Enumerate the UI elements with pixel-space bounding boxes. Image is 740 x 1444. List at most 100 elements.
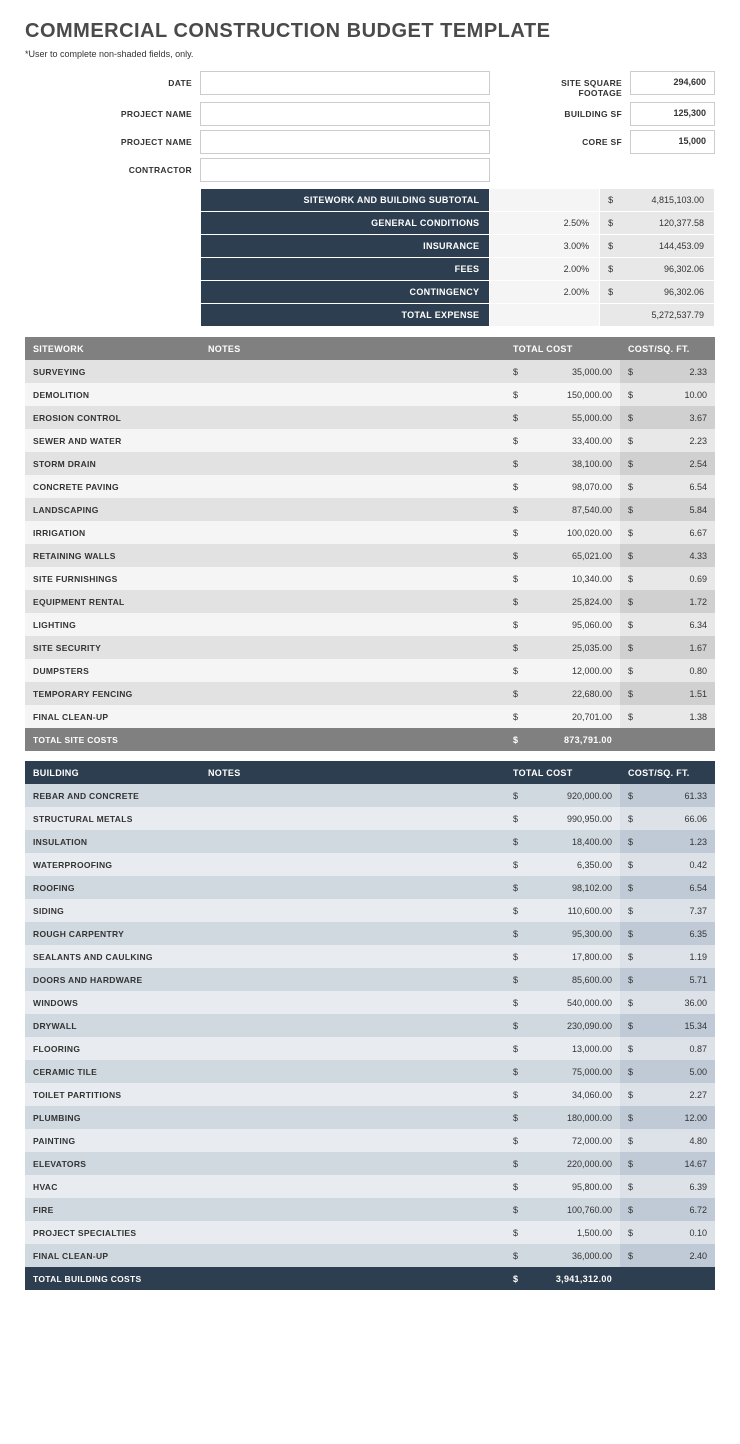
row-sqft: $7.37 (620, 899, 715, 922)
row-cost[interactable]: $25,824.00 (505, 590, 620, 613)
row-notes[interactable] (200, 899, 505, 922)
row-notes[interactable] (200, 1244, 505, 1267)
summary-pct[interactable]: 2.50% (490, 212, 600, 235)
row-notes[interactable] (200, 567, 505, 590)
row-cost[interactable]: $18,400.00 (505, 830, 620, 853)
row-sqft: $12.00 (620, 1106, 715, 1129)
row-cost[interactable]: $98,102.00 (505, 876, 620, 899)
row-notes[interactable] (200, 498, 505, 521)
row-cost[interactable]: $20,701.00 (505, 705, 620, 728)
row-notes[interactable] (200, 1037, 505, 1060)
row-cost[interactable]: $95,800.00 (505, 1175, 620, 1198)
row-cost[interactable]: $12,000.00 (505, 659, 620, 682)
row-cost[interactable]: $150,000.00 (505, 383, 620, 406)
row-notes[interactable] (200, 475, 505, 498)
coresf-input[interactable]: 15,000 (630, 130, 715, 154)
row-notes[interactable] (200, 360, 505, 383)
row-notes[interactable] (200, 1106, 505, 1129)
row-cost[interactable]: $10,340.00 (505, 567, 620, 590)
row-notes[interactable] (200, 383, 505, 406)
row-cost[interactable]: $87,540.00 (505, 498, 620, 521)
row-notes[interactable] (200, 945, 505, 968)
row-notes[interactable] (200, 1060, 505, 1083)
row-cost[interactable]: $34,060.00 (505, 1083, 620, 1106)
row-cost[interactable]: $55,000.00 (505, 406, 620, 429)
row-cost[interactable]: $98,070.00 (505, 475, 620, 498)
row-notes[interactable] (200, 830, 505, 853)
row-cost[interactable]: $220,000.00 (505, 1152, 620, 1175)
row-notes[interactable] (200, 521, 505, 544)
bldgsf-input[interactable]: 125,300 (630, 102, 715, 126)
row-cost[interactable]: $540,000.00 (505, 991, 620, 1014)
row-cost[interactable]: $920,000.00 (505, 784, 620, 807)
row-notes[interactable] (200, 636, 505, 659)
row-cost[interactable]: $13,000.00 (505, 1037, 620, 1060)
row-cost[interactable]: $72,000.00 (505, 1129, 620, 1152)
proj1-input[interactable] (200, 102, 490, 126)
row-notes[interactable] (200, 784, 505, 807)
row-notes[interactable] (200, 659, 505, 682)
row-cost[interactable]: $95,060.00 (505, 613, 620, 636)
row-notes[interactable] (200, 1221, 505, 1244)
row-notes[interactable] (200, 406, 505, 429)
row-notes[interactable] (200, 853, 505, 876)
sitework-header-name: SITEWORK (25, 337, 200, 360)
row-notes[interactable] (200, 1198, 505, 1221)
row-cost[interactable]: $38,100.00 (505, 452, 620, 475)
row-sqft: $15.34 (620, 1014, 715, 1037)
table-row: EROSION CONTROL$55,000.00$3.67 (25, 406, 715, 429)
row-cost[interactable]: $6,350.00 (505, 853, 620, 876)
row-notes[interactable] (200, 968, 505, 991)
row-notes[interactable] (200, 922, 505, 945)
row-notes[interactable] (200, 1083, 505, 1106)
row-notes[interactable] (200, 590, 505, 613)
row-cost[interactable]: $100,020.00 (505, 521, 620, 544)
table-row: LANDSCAPING$87,540.00$5.84 (25, 498, 715, 521)
row-cost[interactable]: $180,000.00 (505, 1106, 620, 1129)
row-cost[interactable]: $17,800.00 (505, 945, 620, 968)
row-notes[interactable] (200, 452, 505, 475)
row-cost[interactable]: $1,500.00 (505, 1221, 620, 1244)
row-notes[interactable] (200, 1014, 505, 1037)
row-notes[interactable] (200, 429, 505, 452)
row-notes[interactable] (200, 682, 505, 705)
row-cost[interactable]: $35,000.00 (505, 360, 620, 383)
row-cost[interactable]: $990,950.00 (505, 807, 620, 830)
sitesf-input[interactable]: 294,600 (630, 71, 715, 95)
row-notes[interactable] (200, 613, 505, 636)
summary-label: CONTINGENCY (201, 281, 490, 304)
row-notes[interactable] (200, 876, 505, 899)
row-cost[interactable]: $100,760.00 (505, 1198, 620, 1221)
row-notes[interactable] (200, 991, 505, 1014)
row-cost[interactable]: $95,300.00 (505, 922, 620, 945)
summary-pct[interactable]: 3.00% (490, 235, 600, 258)
row-cost[interactable]: $110,600.00 (505, 899, 620, 922)
date-input[interactable] (200, 71, 490, 95)
row-notes[interactable] (200, 1175, 505, 1198)
row-cost[interactable]: $230,090.00 (505, 1014, 620, 1037)
summary-row: SITEWORK AND BUILDING SUBTOTAL$4,815,103… (201, 189, 715, 212)
row-cost[interactable]: $36,000.00 (505, 1244, 620, 1267)
row-cost[interactable]: $75,000.00 (505, 1060, 620, 1083)
contractor-input[interactable] (200, 158, 490, 182)
row-notes[interactable] (200, 807, 505, 830)
table-row: FLOORING$13,000.00$0.87 (25, 1037, 715, 1060)
row-cost[interactable]: $22,680.00 (505, 682, 620, 705)
row-notes[interactable] (200, 705, 505, 728)
row-sqft: $6.54 (620, 475, 715, 498)
row-name: LANDSCAPING (25, 498, 200, 521)
row-notes[interactable] (200, 1152, 505, 1175)
row-notes[interactable] (200, 544, 505, 567)
row-notes[interactable] (200, 1129, 505, 1152)
row-sqft: $0.42 (620, 853, 715, 876)
row-cost[interactable]: $85,600.00 (505, 968, 620, 991)
table-row: SURVEYING$35,000.00$2.33 (25, 360, 715, 383)
row-cost[interactable]: $65,021.00 (505, 544, 620, 567)
proj2-input[interactable] (200, 130, 490, 154)
summary-pct[interactable]: 2.00% (490, 281, 600, 304)
row-cost[interactable]: $25,035.00 (505, 636, 620, 659)
summary-row: GENERAL CONDITIONS2.50%$120,377.58 (201, 212, 715, 235)
row-name: DUMPSTERS (25, 659, 200, 682)
summary-pct[interactable]: 2.00% (490, 258, 600, 281)
row-cost[interactable]: $33,400.00 (505, 429, 620, 452)
